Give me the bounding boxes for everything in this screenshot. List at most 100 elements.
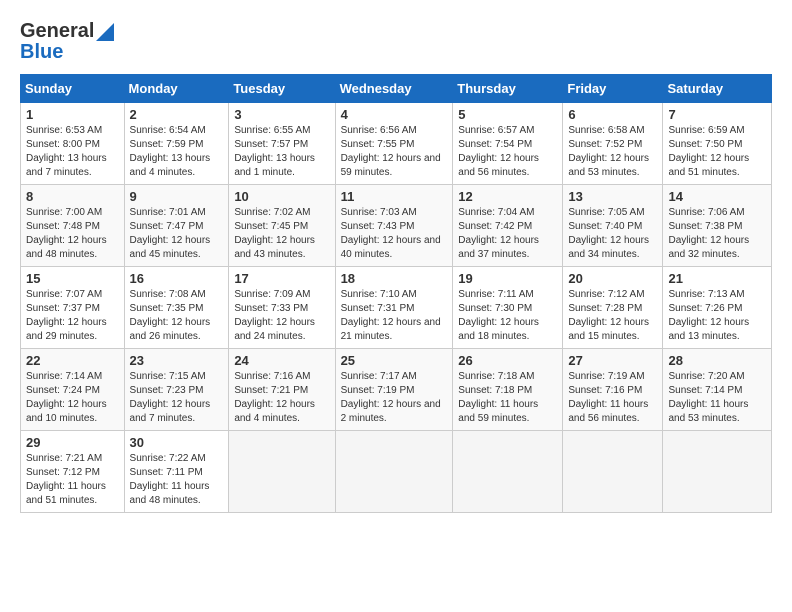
day-number: 6	[568, 107, 657, 122]
day-number: 4	[341, 107, 448, 122]
logo-blue-text: Blue	[20, 41, 63, 64]
cell-info: Sunrise: 7:22 AMSunset: 7:11 PMDaylight:…	[130, 452, 224, 508]
calendar-cell: 2 Sunrise: 6:54 AMSunset: 7:59 PMDayligh…	[124, 103, 229, 185]
calendar-week-2: 8 Sunrise: 7:00 AMSunset: 7:48 PMDayligh…	[21, 185, 772, 267]
calendar-cell: 12 Sunrise: 7:04 AMSunset: 7:42 PMDaylig…	[453, 185, 563, 267]
day-header-monday: Monday	[124, 75, 229, 103]
calendar-cell: 27 Sunrise: 7:19 AMSunset: 7:16 PMDaylig…	[563, 349, 663, 431]
calendar-cell: 5 Sunrise: 6:57 AMSunset: 7:54 PMDayligh…	[453, 103, 563, 185]
cell-info: Sunrise: 7:09 AMSunset: 7:33 PMDaylight:…	[234, 288, 329, 344]
calendar-cell: 9 Sunrise: 7:01 AMSunset: 7:47 PMDayligh…	[124, 185, 229, 267]
cell-info: Sunrise: 7:19 AMSunset: 7:16 PMDaylight:…	[568, 370, 657, 426]
day-number: 14	[668, 189, 766, 204]
calendar-cell	[663, 431, 772, 513]
calendar-week-3: 15 Sunrise: 7:07 AMSunset: 7:37 PMDaylig…	[21, 267, 772, 349]
day-header-sunday: Sunday	[21, 75, 125, 103]
calendar-cell: 22 Sunrise: 7:14 AMSunset: 7:24 PMDaylig…	[21, 349, 125, 431]
day-header-friday: Friday	[563, 75, 663, 103]
day-number: 30	[130, 435, 224, 450]
cell-info: Sunrise: 6:54 AMSunset: 7:59 PMDaylight:…	[130, 124, 224, 180]
cell-info: Sunrise: 7:21 AMSunset: 7:12 PMDaylight:…	[26, 452, 119, 508]
calendar-cell: 30 Sunrise: 7:22 AMSunset: 7:11 PMDaylig…	[124, 431, 229, 513]
day-number: 2	[130, 107, 224, 122]
calendar-cell: 20 Sunrise: 7:12 AMSunset: 7:28 PMDaylig…	[563, 267, 663, 349]
calendar-cell: 25 Sunrise: 7:17 AMSunset: 7:19 PMDaylig…	[335, 349, 453, 431]
calendar-cell: 23 Sunrise: 7:15 AMSunset: 7:23 PMDaylig…	[124, 349, 229, 431]
day-number: 3	[234, 107, 329, 122]
cell-info: Sunrise: 7:03 AMSunset: 7:43 PMDaylight:…	[341, 206, 448, 262]
day-number: 15	[26, 271, 119, 286]
cell-info: Sunrise: 7:18 AMSunset: 7:18 PMDaylight:…	[458, 370, 557, 426]
calendar-cell: 1 Sunrise: 6:53 AMSunset: 8:00 PMDayligh…	[21, 103, 125, 185]
calendar-week-5: 29 Sunrise: 7:21 AMSunset: 7:12 PMDaylig…	[21, 431, 772, 513]
day-number: 23	[130, 353, 224, 368]
cell-info: Sunrise: 7:13 AMSunset: 7:26 PMDaylight:…	[668, 288, 766, 344]
cell-info: Sunrise: 6:56 AMSunset: 7:55 PMDaylight:…	[341, 124, 448, 180]
cell-info: Sunrise: 7:07 AMSunset: 7:37 PMDaylight:…	[26, 288, 119, 344]
day-number: 10	[234, 189, 329, 204]
cell-info: Sunrise: 7:20 AMSunset: 7:14 PMDaylight:…	[668, 370, 766, 426]
cell-info: Sunrise: 7:00 AMSunset: 7:48 PMDaylight:…	[26, 206, 119, 262]
cell-info: Sunrise: 7:04 AMSunset: 7:42 PMDaylight:…	[458, 206, 557, 262]
calendar-cell: 29 Sunrise: 7:21 AMSunset: 7:12 PMDaylig…	[21, 431, 125, 513]
calendar-cell: 14 Sunrise: 7:06 AMSunset: 7:38 PMDaylig…	[663, 185, 772, 267]
day-number: 12	[458, 189, 557, 204]
cell-info: Sunrise: 7:11 AMSunset: 7:30 PMDaylight:…	[458, 288, 557, 344]
calendar-cell: 11 Sunrise: 7:03 AMSunset: 7:43 PMDaylig…	[335, 185, 453, 267]
cell-info: Sunrise: 6:59 AMSunset: 7:50 PMDaylight:…	[668, 124, 766, 180]
calendar-cell: 19 Sunrise: 7:11 AMSunset: 7:30 PMDaylig…	[453, 267, 563, 349]
cell-info: Sunrise: 7:02 AMSunset: 7:45 PMDaylight:…	[234, 206, 329, 262]
calendar-cell	[229, 431, 335, 513]
calendar-cell: 16 Sunrise: 7:08 AMSunset: 7:35 PMDaylig…	[124, 267, 229, 349]
calendar-header-row: SundayMondayTuesdayWednesdayThursdayFrid…	[21, 75, 772, 103]
calendar-cell: 13 Sunrise: 7:05 AMSunset: 7:40 PMDaylig…	[563, 185, 663, 267]
calendar-cell: 17 Sunrise: 7:09 AMSunset: 7:33 PMDaylig…	[229, 267, 335, 349]
day-number: 7	[668, 107, 766, 122]
day-number: 25	[341, 353, 448, 368]
cell-info: Sunrise: 7:17 AMSunset: 7:19 PMDaylight:…	[341, 370, 448, 426]
logo: General Blue	[20, 20, 114, 64]
calendar-cell: 18 Sunrise: 7:10 AMSunset: 7:31 PMDaylig…	[335, 267, 453, 349]
day-header-saturday: Saturday	[663, 75, 772, 103]
calendar-cell: 21 Sunrise: 7:13 AMSunset: 7:26 PMDaylig…	[663, 267, 772, 349]
calendar-cell: 28 Sunrise: 7:20 AMSunset: 7:14 PMDaylig…	[663, 349, 772, 431]
day-number: 13	[568, 189, 657, 204]
logo-general-text: General	[20, 20, 94, 43]
calendar-cell: 15 Sunrise: 7:07 AMSunset: 7:37 PMDaylig…	[21, 267, 125, 349]
day-header-wednesday: Wednesday	[335, 75, 453, 103]
day-number: 11	[341, 189, 448, 204]
calendar-cell	[563, 431, 663, 513]
day-number: 9	[130, 189, 224, 204]
calendar-cell: 26 Sunrise: 7:18 AMSunset: 7:18 PMDaylig…	[453, 349, 563, 431]
day-number: 5	[458, 107, 557, 122]
day-number: 27	[568, 353, 657, 368]
cell-info: Sunrise: 7:15 AMSunset: 7:23 PMDaylight:…	[130, 370, 224, 426]
day-number: 28	[668, 353, 766, 368]
day-number: 29	[26, 435, 119, 450]
cell-info: Sunrise: 7:05 AMSunset: 7:40 PMDaylight:…	[568, 206, 657, 262]
cell-info: Sunrise: 6:57 AMSunset: 7:54 PMDaylight:…	[458, 124, 557, 180]
calendar-week-4: 22 Sunrise: 7:14 AMSunset: 7:24 PMDaylig…	[21, 349, 772, 431]
calendar-cell: 7 Sunrise: 6:59 AMSunset: 7:50 PMDayligh…	[663, 103, 772, 185]
calendar-table: SundayMondayTuesdayWednesdayThursdayFrid…	[20, 74, 772, 513]
day-number: 24	[234, 353, 329, 368]
day-header-thursday: Thursday	[453, 75, 563, 103]
day-number: 22	[26, 353, 119, 368]
day-number: 1	[26, 107, 119, 122]
calendar-cell: 24 Sunrise: 7:16 AMSunset: 7:21 PMDaylig…	[229, 349, 335, 431]
calendar-cell: 4 Sunrise: 6:56 AMSunset: 7:55 PMDayligh…	[335, 103, 453, 185]
cell-info: Sunrise: 6:58 AMSunset: 7:52 PMDaylight:…	[568, 124, 657, 180]
calendar-cell: 10 Sunrise: 7:02 AMSunset: 7:45 PMDaylig…	[229, 185, 335, 267]
cell-info: Sunrise: 6:53 AMSunset: 8:00 PMDaylight:…	[26, 124, 119, 180]
calendar-cell	[335, 431, 453, 513]
calendar-cell	[453, 431, 563, 513]
calendar-cell: 8 Sunrise: 7:00 AMSunset: 7:48 PMDayligh…	[21, 185, 125, 267]
page-header: General Blue	[20, 20, 772, 64]
day-number: 20	[568, 271, 657, 286]
cell-info: Sunrise: 7:10 AMSunset: 7:31 PMDaylight:…	[341, 288, 448, 344]
cell-info: Sunrise: 7:12 AMSunset: 7:28 PMDaylight:…	[568, 288, 657, 344]
day-number: 16	[130, 271, 224, 286]
day-number: 8	[26, 189, 119, 204]
day-number: 19	[458, 271, 557, 286]
day-number: 17	[234, 271, 329, 286]
